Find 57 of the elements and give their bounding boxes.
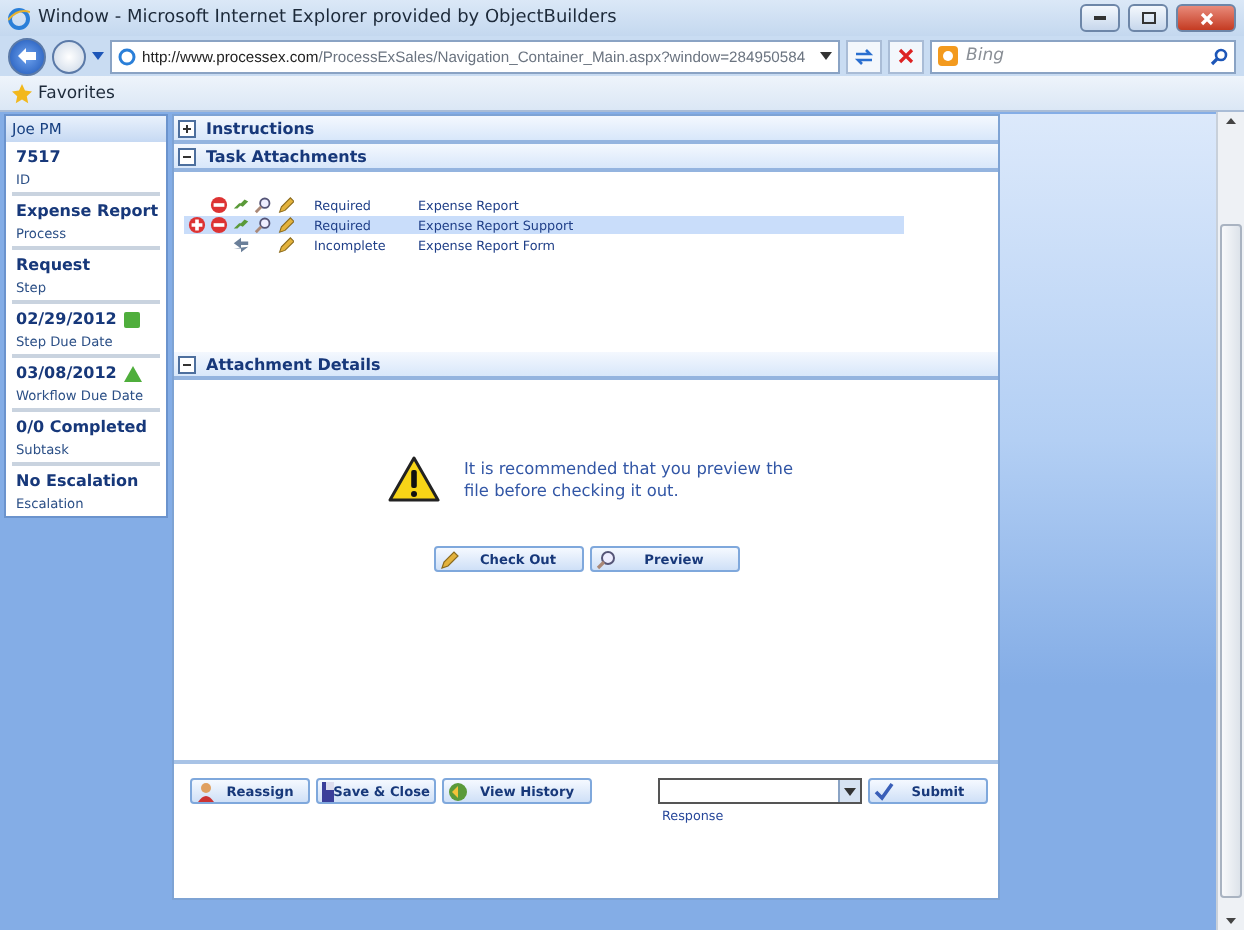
section-title: Attachment Details bbox=[206, 355, 381, 373]
scrollbar[interactable] bbox=[1216, 112, 1244, 930]
favorites-label[interactable]: Favorites bbox=[38, 83, 115, 103]
history-icon bbox=[448, 781, 468, 801]
add-icon bbox=[188, 216, 206, 234]
scroll-down-icon[interactable] bbox=[1226, 918, 1236, 924]
close-icon bbox=[898, 48, 914, 64]
stop-button[interactable] bbox=[888, 39, 924, 73]
maximize-icon bbox=[1141, 12, 1155, 24]
search-icon[interactable] bbox=[1210, 47, 1228, 65]
magnifier-icon bbox=[254, 196, 272, 214]
warning-message: It is recommended that you preview the file before checking it out. bbox=[464, 457, 796, 501]
person-icon bbox=[196, 781, 216, 801]
back-button[interactable] bbox=[8, 37, 46, 75]
back-arrow-icon bbox=[18, 48, 36, 64]
browser-logo-icon bbox=[8, 7, 30, 29]
pencil-icon bbox=[439, 549, 459, 569]
refresh-icon bbox=[854, 47, 874, 65]
minimize-button[interactable] bbox=[1080, 4, 1120, 32]
caret-icon bbox=[844, 787, 856, 795]
maximize-button[interactable] bbox=[1128, 4, 1168, 32]
info-value: 7517 bbox=[16, 148, 61, 166]
window-title: Window - Microsoft Internet Explorer provided by ObjectBuilders bbox=[38, 8, 619, 28]
close-icon bbox=[1199, 11, 1213, 25]
minimize-icon bbox=[1094, 16, 1106, 20]
section-title: Task Attachments bbox=[206, 147, 367, 165]
refresh-button[interactable] bbox=[846, 39, 882, 73]
magnifier-icon bbox=[595, 549, 615, 569]
info-value: 0/0 Completed bbox=[16, 418, 147, 436]
collapse-icon[interactable] bbox=[178, 147, 196, 165]
remove-icon bbox=[210, 196, 228, 214]
close-button[interactable] bbox=[1176, 4, 1236, 32]
section-header[interactable]: Instructions bbox=[174, 116, 998, 144]
link-icon bbox=[232, 216, 250, 234]
magnifier-icon bbox=[254, 216, 272, 234]
star-icon bbox=[12, 83, 32, 103]
section-header[interactable]: Task Attachments bbox=[174, 144, 998, 172]
section-title: Instructions bbox=[206, 119, 315, 137]
page-icon bbox=[118, 47, 136, 65]
exchange-icon bbox=[232, 236, 250, 254]
link-icon bbox=[232, 196, 250, 214]
response-dropdown[interactable] bbox=[658, 778, 862, 804]
dropdown-arrow-icon[interactable] bbox=[820, 52, 832, 60]
forward-button[interactable] bbox=[52, 39, 86, 73]
search-provider-icon bbox=[938, 46, 958, 66]
scroll-up-icon[interactable] bbox=[1226, 118, 1236, 124]
warning-icon bbox=[388, 456, 440, 502]
info-value: 02/29/2012 bbox=[16, 310, 117, 328]
info-value: No Escalation bbox=[16, 472, 139, 490]
info-value: Request bbox=[16, 256, 91, 274]
section-header[interactable]: Attachment Details bbox=[174, 352, 998, 380]
collapse-icon[interactable] bbox=[178, 355, 196, 373]
expand-icon[interactable] bbox=[178, 119, 196, 137]
checkmark-icon bbox=[874, 781, 894, 801]
info-value: 03/08/2012 bbox=[16, 364, 117, 382]
remove-icon bbox=[210, 216, 228, 234]
info-value: Expense Report bbox=[16, 202, 159, 220]
